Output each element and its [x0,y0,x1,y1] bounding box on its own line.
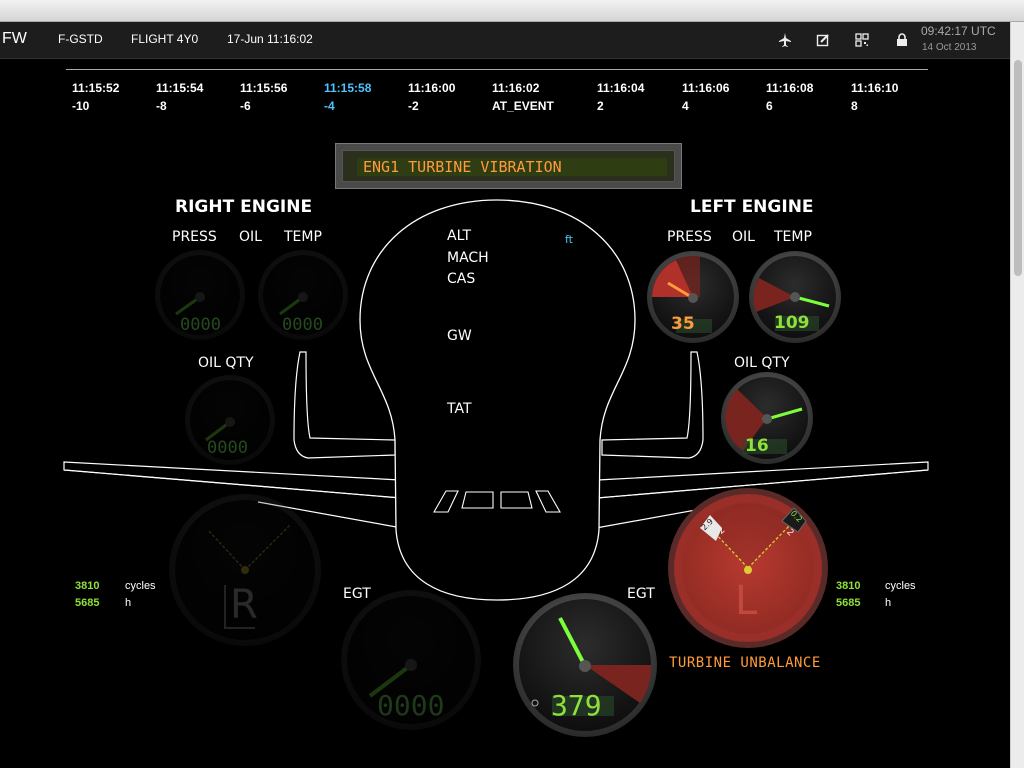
left-oil-qty-value: 16 [745,436,769,456]
left-egt-label: EGT [627,586,655,602]
right-cycles-unit: cycles [125,580,156,592]
tat-label: TAT [447,401,472,417]
right-egt-value: 0000 [377,689,445,722]
alt-unit: ft [565,233,573,246]
mach-label: MACH [447,250,489,266]
left-oil-temp-value: 109 [774,313,810,333]
left-vib-letter: L [735,578,758,624]
right-cycles-value: 3810 [75,580,100,592]
right-engine-title: RIGHT ENGINE [175,197,313,217]
right-oil-temp-value: 0000 [282,315,323,335]
left-hours-value: 5685 [836,597,861,609]
fuselage-outline [359,199,636,601]
alt-label: ALT [447,228,472,244]
alert-banner[interactable]: ENG1 TURBINE VIBRATION [335,143,682,189]
left-engine-vibration-gauge [668,488,828,648]
right-hours-unit: h [125,597,132,609]
right-oil-qty-value: 0000 [207,438,248,458]
left-vib-status: TURBINE UNBALANCE [669,655,821,671]
gw-label: GW [447,328,472,344]
right-temp-label: TEMP [284,229,322,245]
right-vib-letter: R [230,582,258,628]
left-temp-label: TEMP [774,229,812,245]
right-oil-press-value: 0000 [180,315,221,335]
scrollbar-thumb[interactable] [1014,60,1022,276]
alert-message: ENG1 TURBINE VIBRATION [357,158,667,176]
left-hours-unit: h [885,597,892,609]
left-press-label: PRESS [667,229,712,245]
left-egt-value: 379 [551,689,602,722]
right-hours-value: 5685 [75,597,100,609]
aircraft-diagram [63,199,929,737]
page-scrollbar[interactable] [1010,22,1024,768]
left-cycles-unit: cycles [885,580,916,592]
left-wing-outline [63,461,402,499]
left-cycles-value: 3810 [836,580,861,592]
right-oil-qty-label: OIL QTY [198,355,254,371]
left-oil-press-value: 35 [671,314,695,334]
right-oil-label: OIL [239,229,262,245]
right-press-label: PRESS [172,229,217,245]
left-engine-title: LEFT ENGINE [690,197,814,217]
right-egt-label: EGT [343,586,371,602]
cas-label: CAS [447,271,476,287]
left-oil-qty-label: OIL QTY [734,355,790,371]
left-oil-label: OIL [732,229,755,245]
